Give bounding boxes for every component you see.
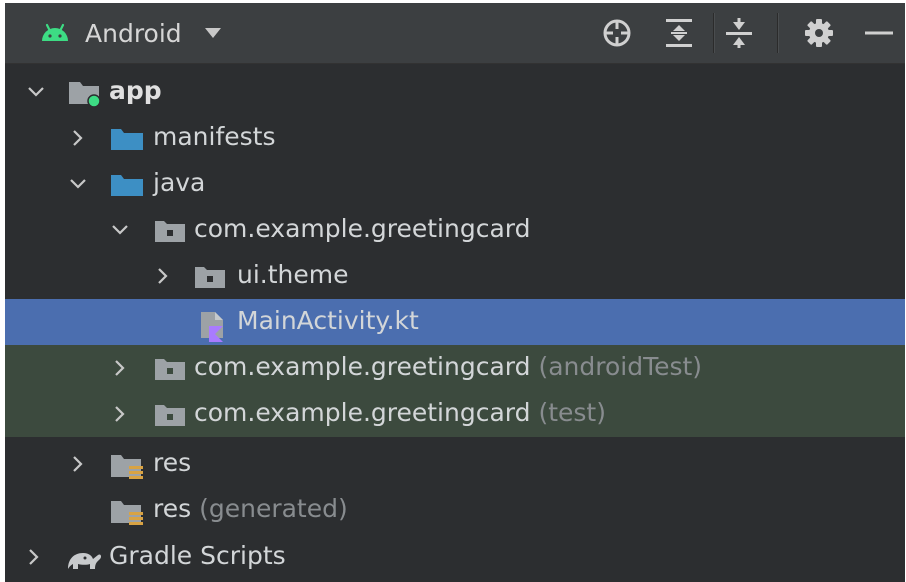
tree-row-ui-theme[interactable]: ui.theme xyxy=(5,253,905,299)
tree-row-label: java xyxy=(153,168,206,197)
chevron-down-icon xyxy=(204,28,221,38)
expand-all-button[interactable] xyxy=(661,15,697,51)
android-icon xyxy=(42,23,68,41)
package-icon xyxy=(155,359,185,380)
tree-row-label: MainActivity.kt xyxy=(237,306,419,335)
tree-row-app[interactable]: app xyxy=(5,69,905,115)
chevron-down-icon[interactable] xyxy=(27,83,45,101)
tree-row-label: app xyxy=(109,76,162,105)
project-toolbar: Android xyxy=(5,3,905,64)
chevron-right-icon[interactable] xyxy=(25,548,43,566)
module-icon xyxy=(69,82,101,108)
tree-row-unit-test[interactable]: com.example.greetingcard (test) xyxy=(5,391,905,437)
hide-button[interactable] xyxy=(861,15,897,51)
settings-button[interactable] xyxy=(801,15,837,51)
tree-row-label: res xyxy=(153,448,192,477)
tree-row-package[interactable]: com.example.greetingcard xyxy=(5,207,905,253)
view-selector[interactable]: Android xyxy=(39,15,222,51)
package-icon xyxy=(155,405,185,426)
locate-icon xyxy=(603,19,631,47)
toolbar-separator xyxy=(777,13,779,53)
resource-folder-icon xyxy=(111,455,143,479)
tree-row-label: Gradle Scripts xyxy=(109,541,286,570)
hide-icon xyxy=(865,31,893,35)
locate-button[interactable] xyxy=(599,15,635,51)
tree-row-suffix: (androidTest) xyxy=(538,352,703,381)
expand-all-icon xyxy=(666,19,692,47)
project-tree: app manifests java com.example.greetingc… xyxy=(5,64,905,582)
package-icon xyxy=(195,267,225,288)
folder-icon xyxy=(111,175,143,196)
chevron-down-icon[interactable] xyxy=(111,221,129,239)
kotlin-file-icon xyxy=(201,312,223,342)
tree-row-label: manifests xyxy=(153,122,276,151)
package-icon xyxy=(155,221,185,242)
chevron-right-icon[interactable] xyxy=(111,359,129,377)
tree-row-label: com.example.greetingcard (androidTest) xyxy=(194,352,703,381)
tree-row-label: ui.theme xyxy=(237,260,349,289)
project-tool-window: Android app manifests java com.example.g… xyxy=(5,3,905,582)
tree-row-label: com.example.greetingcard xyxy=(194,214,531,243)
tree-row-gradle-scripts[interactable]: Gradle Scripts xyxy=(5,534,905,580)
chevron-right-icon[interactable] xyxy=(69,129,87,147)
chevron-down-icon[interactable] xyxy=(69,175,87,193)
tree-row-suffix: (test) xyxy=(538,398,606,427)
tree-row-label: res (generated) xyxy=(153,494,348,523)
chevron-right-icon[interactable] xyxy=(69,455,87,473)
view-selector-label: Android xyxy=(85,18,182,48)
chevron-right-icon[interactable] xyxy=(111,405,129,423)
gear-icon xyxy=(805,19,833,47)
toolbar-separator xyxy=(713,13,715,53)
collapse-all-icon xyxy=(726,18,752,48)
tree-row-java[interactable]: java xyxy=(5,161,905,207)
tree-row-res[interactable]: res xyxy=(5,441,905,487)
collapse-all-button[interactable] xyxy=(721,15,757,51)
folder-icon xyxy=(111,129,143,150)
tree-row-mainactivity[interactable]: MainActivity.kt xyxy=(5,299,905,345)
chevron-right-icon[interactable] xyxy=(154,267,172,285)
tree-row-label: com.example.greetingcard (test) xyxy=(194,398,606,427)
tree-row-suffix: (generated) xyxy=(199,494,348,523)
gradle-icon xyxy=(68,553,102,569)
tree-row-res-generated[interactable]: res (generated) xyxy=(5,487,905,533)
resource-folder-icon xyxy=(111,501,143,525)
tree-row-android-test[interactable]: com.example.greetingcard (androidTest) xyxy=(5,345,905,391)
tree-row-manifests[interactable]: manifests xyxy=(5,115,905,161)
